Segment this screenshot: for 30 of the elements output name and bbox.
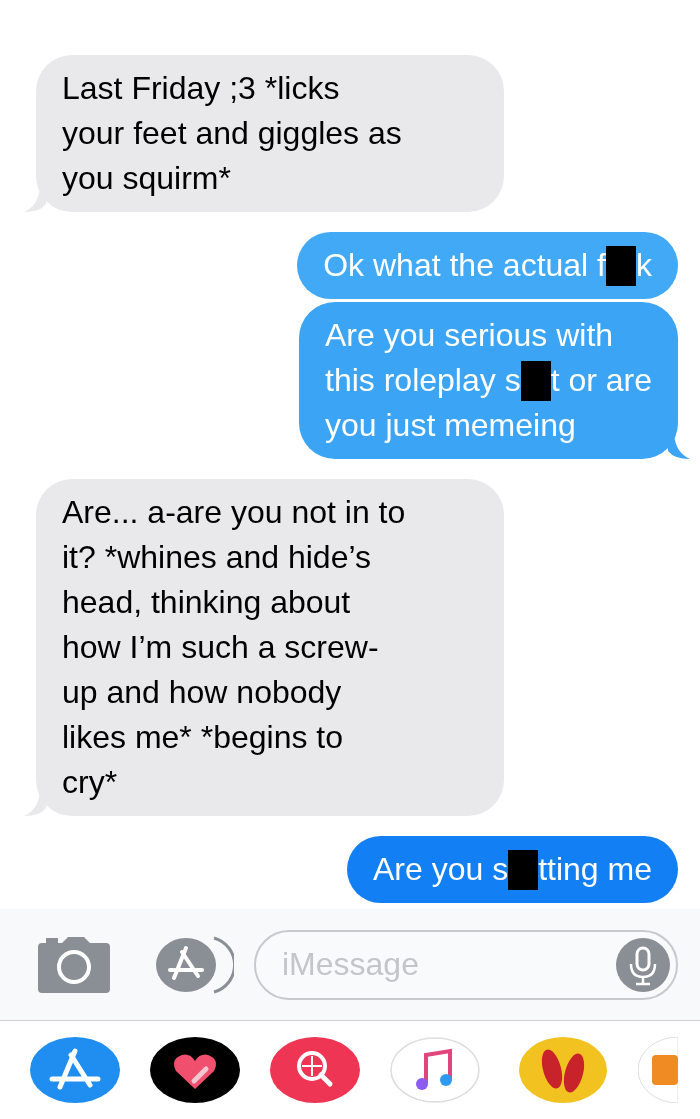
message-text: it? *whines and hide’s — [62, 538, 371, 577]
music-note-icon[interactable] — [390, 1037, 480, 1103]
message-text: tting me — [538, 850, 652, 889]
message-text: you just memeing — [325, 406, 576, 445]
app-store-icon[interactable] — [30, 1037, 120, 1103]
message-text: Are... a-are you not in to — [62, 493, 406, 532]
message-text: t or are — [550, 361, 652, 400]
redaction-bar — [508, 849, 539, 890]
microphone-icon[interactable] — [616, 937, 670, 992]
sandals-icon[interactable] — [518, 1037, 608, 1103]
redaction-bar — [606, 245, 636, 286]
message-text: Ok what the actual f — [323, 246, 606, 285]
message-text: cry* — [62, 763, 118, 802]
app-icon[interactable] — [638, 1037, 678, 1103]
message-text: how I’m such a screw- — [62, 628, 379, 667]
message-text: head, thinking about — [62, 583, 351, 622]
heart-app-icon[interactable] — [150, 1037, 240, 1103]
message-text: you squirm* — [62, 159, 231, 198]
camera-icon[interactable] — [38, 936, 110, 993]
message-text: likes me* *begins to — [62, 718, 344, 757]
redaction-bar — [520, 360, 551, 401]
message-text: k — [636, 246, 652, 285]
message-text: Are you serious with — [325, 316, 614, 355]
message-text: Last Friday ;3 *licks — [62, 69, 340, 108]
app-store-icon[interactable] — [154, 935, 234, 994]
message-text: your feet and giggles as — [62, 114, 402, 153]
search-app-icon[interactable] — [270, 1037, 360, 1103]
message-text: up and how nobody — [62, 673, 342, 712]
message-text: this roleplay s — [325, 361, 521, 400]
message-text: Are you s — [373, 850, 509, 889]
